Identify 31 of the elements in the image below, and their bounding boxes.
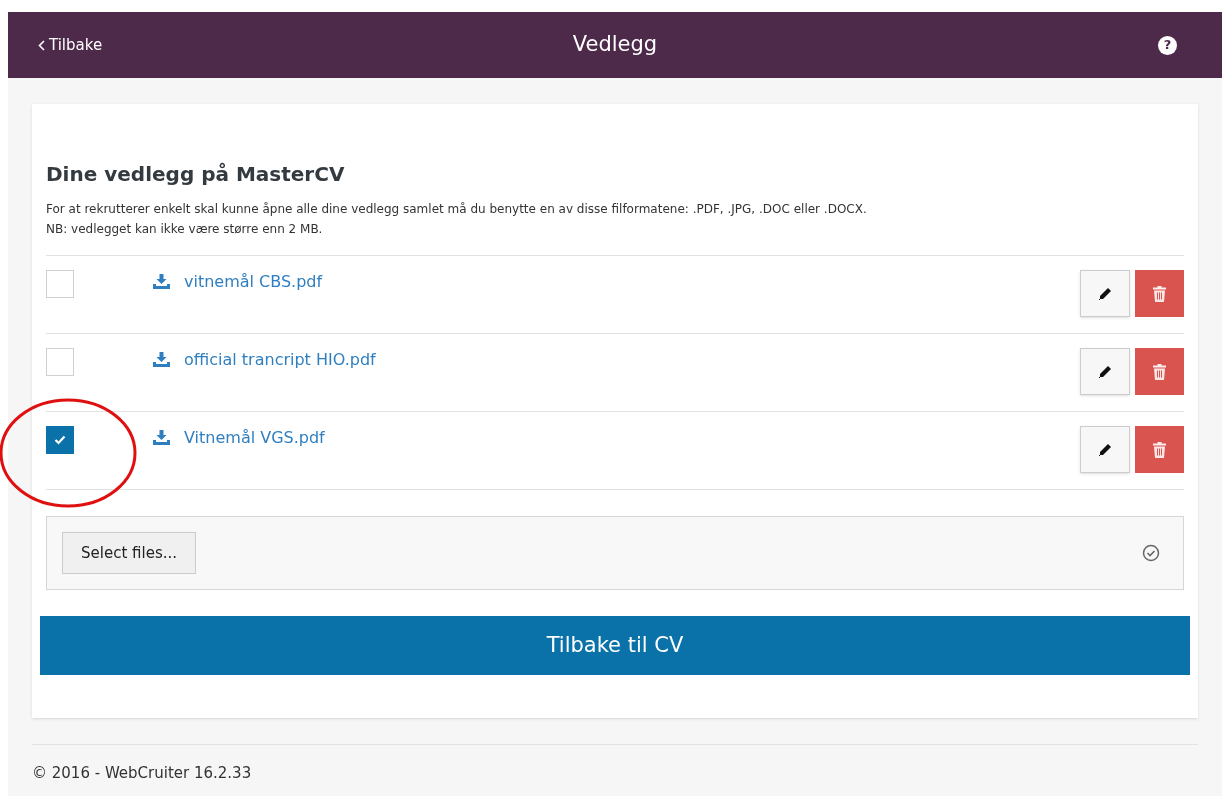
info-text: For at rekrutterer enkelt skal kunne åpne alle dine vedlegg samlet må du benytte en av disse filformatene: .PDF, .JPG, .DOC eller .DOCX. bbox=[46, 201, 868, 218]
delete-button[interactable] bbox=[1135, 270, 1184, 317]
delete-button[interactable] bbox=[1135, 348, 1184, 395]
footer-text: © 2016 - WebCruiter 16.2.33 bbox=[32, 763, 252, 784]
pencil-icon bbox=[1098, 286, 1112, 301]
edit-button[interactable] bbox=[1080, 426, 1130, 473]
help-icon[interactable]: ? bbox=[1158, 35, 1177, 55]
back-to-cv-button[interactable]: Tilbake til CV bbox=[40, 616, 1190, 675]
section-heading: Dine vedlegg på MasterCV bbox=[46, 161, 346, 188]
check-circle-icon bbox=[1142, 544, 1160, 562]
info-text: NB: vedlegget kan ikke være større enn 2 MB. bbox=[46, 221, 324, 238]
pencil-icon bbox=[1098, 442, 1112, 457]
select-files-button[interactable]: Select files... bbox=[62, 532, 196, 574]
download-icon bbox=[153, 430, 170, 445]
delete-button[interactable] bbox=[1135, 426, 1184, 473]
download-icon bbox=[153, 274, 170, 289]
chevron-left-icon bbox=[38, 39, 45, 51]
check-icon bbox=[54, 435, 66, 445]
edit-button[interactable] bbox=[1080, 348, 1130, 395]
file-link[interactable]: official trancript HIO.pdf bbox=[184, 348, 376, 372]
page-title: Vedlegg bbox=[572, 31, 658, 59]
trash-icon bbox=[1153, 285, 1166, 302]
trash-icon bbox=[1153, 363, 1166, 380]
checkbox[interactable] bbox=[46, 426, 74, 454]
file-link[interactable]: Vitnemål VGS.pdf bbox=[184, 426, 325, 450]
back-link[interactable]: Tilbake bbox=[38, 33, 103, 57]
trash-icon bbox=[1153, 441, 1166, 458]
download-icon bbox=[153, 352, 170, 367]
pencil-icon bbox=[1098, 364, 1112, 379]
file-link[interactable]: vitnemål CBS.pdf bbox=[184, 270, 323, 294]
edit-button[interactable] bbox=[1080, 270, 1130, 317]
